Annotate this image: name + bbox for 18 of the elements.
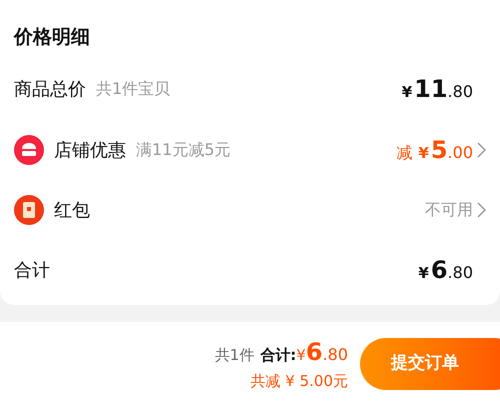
row-note: 满11元减5元: [136, 139, 231, 161]
discount-text: 共减 ¥ 5.00元: [250, 371, 348, 392]
item-count: 共1件: [214, 345, 254, 366]
price-text: ¥11.80: [402, 74, 473, 105]
envelope-icon: [14, 195, 44, 225]
section-title: 价格明细: [14, 25, 91, 50]
total-label: 合计:: [260, 345, 296, 366]
row-label: 红包: [54, 198, 90, 222]
row-label: 商品总价: [14, 78, 86, 102]
row-label: 合计: [14, 258, 50, 282]
row-label: 店铺优惠: [54, 138, 126, 162]
total-price: ¥6.80: [296, 337, 348, 368]
price-text: ¥6.80: [418, 255, 473, 286]
shop-icon: [14, 135, 44, 165]
row-note: 共1件宝贝: [96, 78, 170, 100]
unavailable-text: 不可用: [425, 199, 473, 221]
price-text: 减 ¥5.00: [396, 135, 473, 166]
submit-order-button[interactable]: 提交订单: [360, 338, 500, 390]
